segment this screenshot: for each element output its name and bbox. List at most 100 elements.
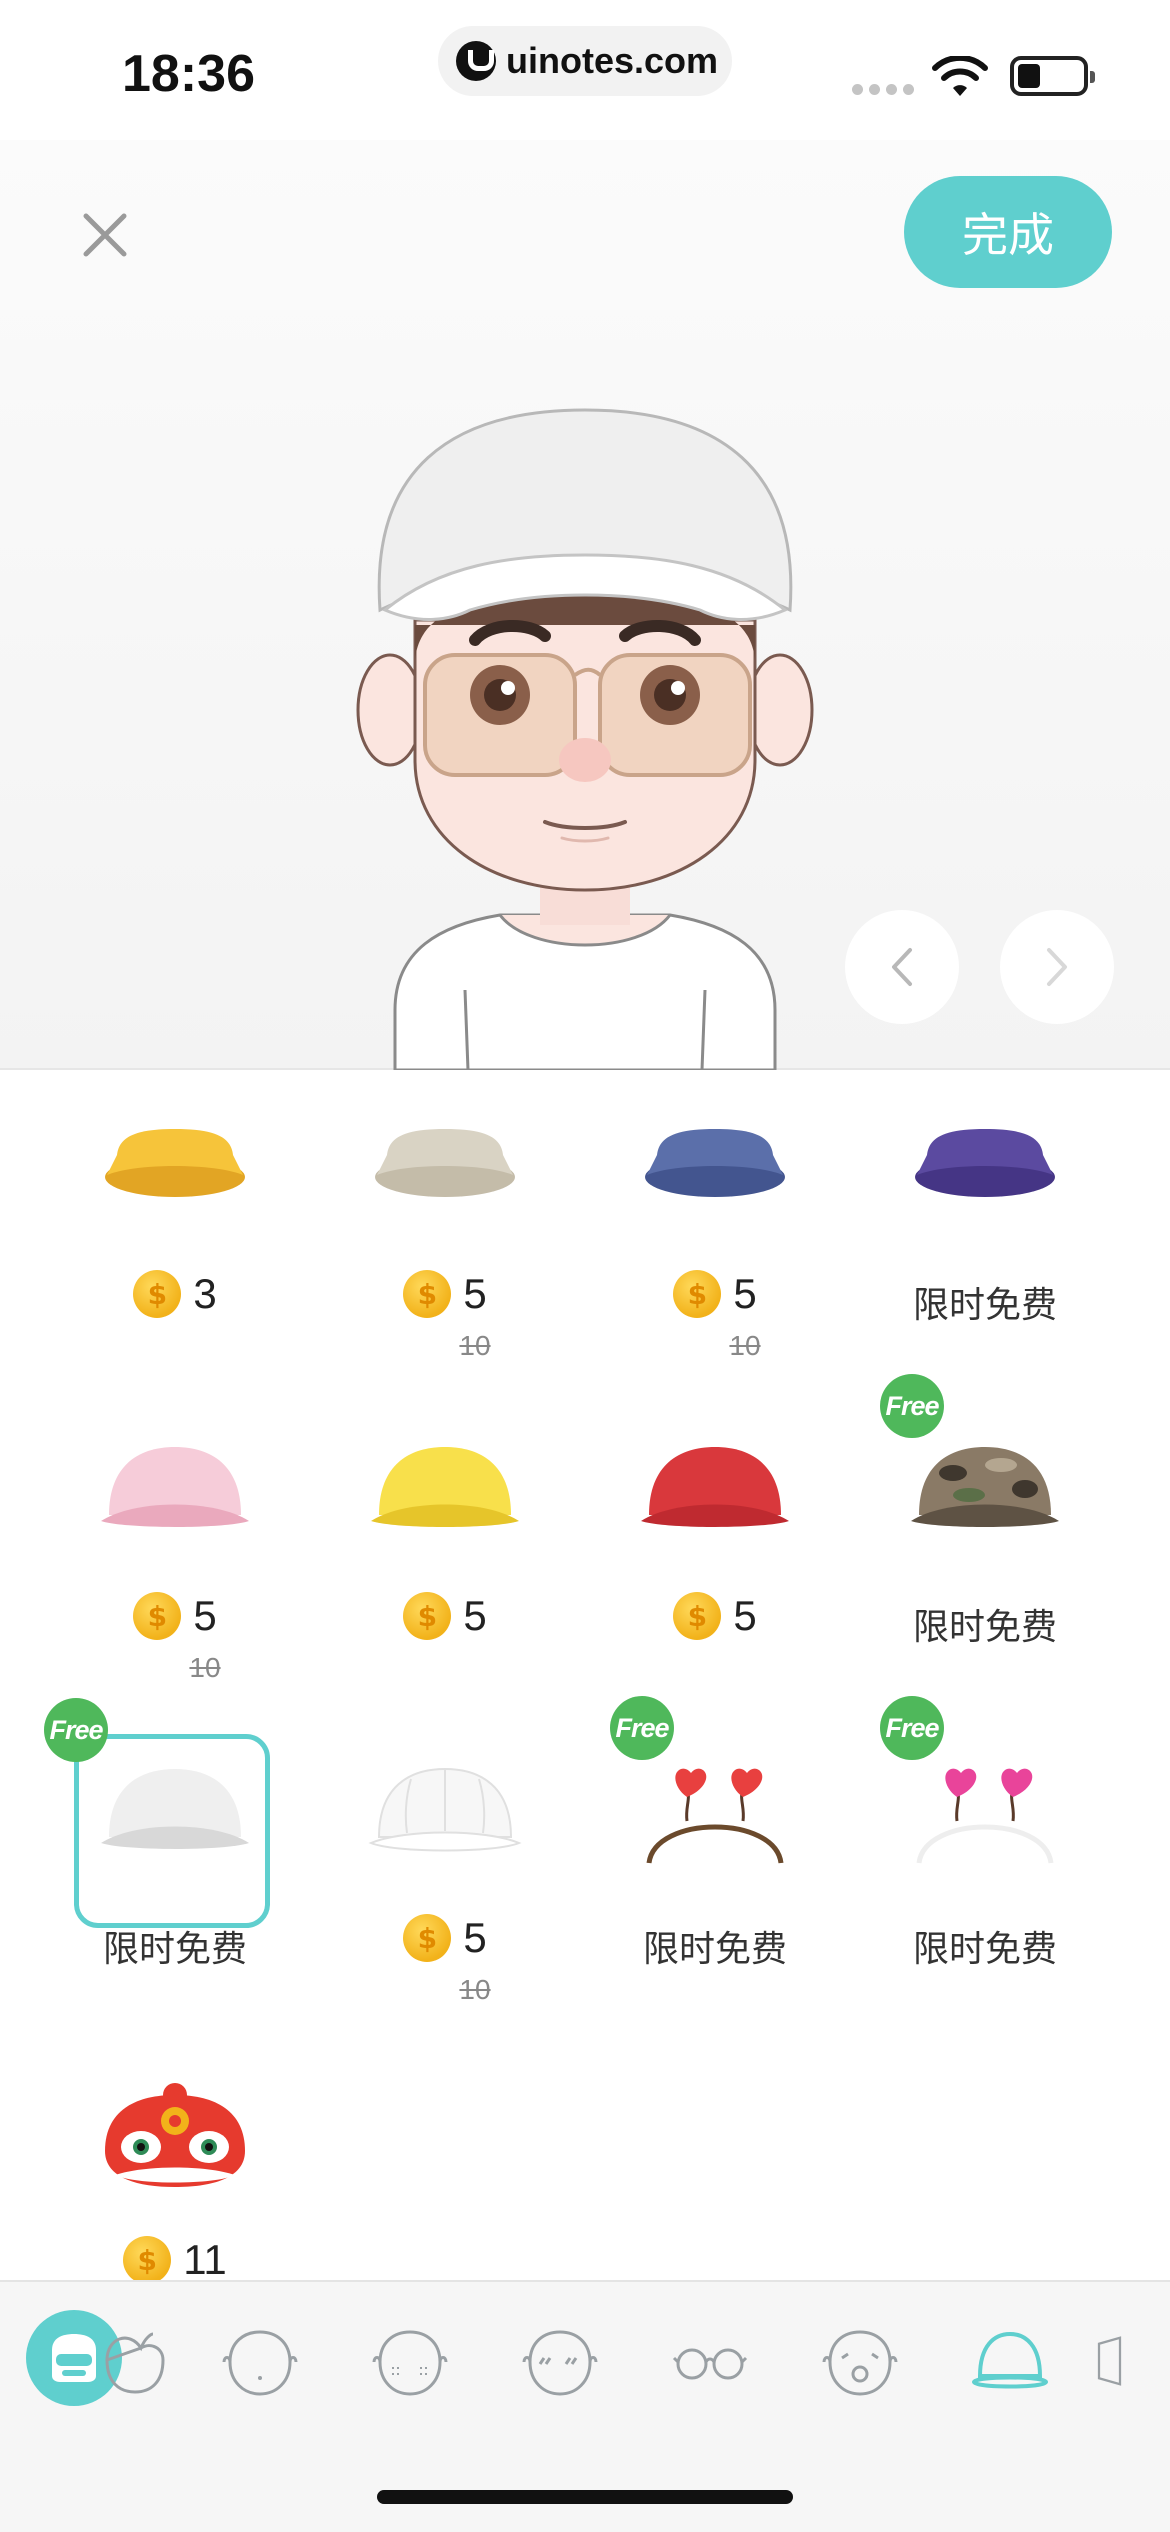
original-price: 10 [189, 1652, 221, 1683]
close-icon[interactable] [70, 200, 140, 270]
price-row: $11 [60, 2236, 290, 2280]
hat-item[interactable]: $5 [600, 1402, 830, 1702]
hat-icon [101, 1447, 249, 1527]
tab-expression[interactable] [815, 2324, 905, 2398]
tab-face[interactable] [215, 2324, 305, 2398]
status-time: 18:36 [122, 45, 255, 103]
hat-item[interactable]: Free 限时免费 [44, 1698, 290, 2024]
wifi-icon [932, 56, 988, 96]
tab-face-shape[interactable] [90, 2324, 180, 2398]
price-row: $3 [60, 1270, 290, 1318]
original-price: 10 [459, 1974, 491, 2005]
hat-item[interactable]: 限时免费 [870, 1080, 1100, 1380]
price-row: $5 [330, 1270, 560, 1318]
hat-item[interactable]: $11 [60, 2046, 290, 2280]
price-row: $5 [330, 1592, 560, 1640]
chevron-right-icon [1047, 948, 1067, 986]
face-shape-icon [105, 2332, 165, 2394]
tab-hat[interactable] [965, 2324, 1055, 2398]
expression-icon [822, 2330, 898, 2396]
hat-icon [971, 2331, 1049, 2389]
tab-glasses[interactable] [665, 2324, 755, 2398]
coin-price: 5 [733, 1270, 757, 1317]
hat-icon [368, 1767, 522, 1852]
done-button[interactable]: 完成 [904, 176, 1112, 288]
tab-eyebrow-face[interactable] [515, 2324, 605, 2398]
coin-icon: $ [673, 1592, 722, 1640]
url-pill[interactable]: uinotes.com [438, 26, 732, 96]
hat-item[interactable]: $5 10 [330, 1724, 560, 2024]
coin-price: 5 [193, 1592, 217, 1639]
hat-thumbnail [60, 2046, 290, 2226]
hat-icon [375, 1129, 515, 1197]
free-badge: Free [610, 1696, 674, 1760]
hat-thumbnail [870, 1080, 1100, 1260]
hat-item[interactable]: $5 10 [600, 1080, 830, 1380]
hat-icon [105, 2083, 245, 2187]
hat-item[interactable]: Free 限时免费 [600, 1696, 830, 2024]
glasses-icon [672, 2348, 748, 2380]
coin-icon: $ [403, 1270, 452, 1318]
chevron-left-icon [892, 948, 912, 986]
status-bar: 18:36 uinotes.com [0, 0, 1170, 140]
hat-icon [105, 1129, 245, 1197]
more-icon [1097, 2336, 1122, 2386]
price-row: $5 [600, 1270, 830, 1318]
hat-icon [101, 1769, 249, 1849]
coin-icon: $ [133, 1592, 182, 1640]
free-badge: Free [880, 1374, 944, 1438]
price-row: $5 [600, 1592, 830, 1640]
limited-free-label: 限时免费 [912, 1607, 1057, 1648]
free-badge: Free [880, 1696, 944, 1760]
home-indicator [377, 2490, 793, 2504]
hat-icon [915, 1129, 1055, 1197]
original-price: 10 [459, 1330, 491, 1361]
cellular-signal-icon [852, 84, 914, 95]
limited-free-label: 限时免费 [642, 1929, 787, 1970]
coin-price: 5 [463, 1592, 487, 1639]
tab-cheek-blush[interactable] [365, 2324, 455, 2398]
cheek-blush-icon [372, 2330, 448, 2396]
hat-icon [916, 1768, 1054, 1864]
hat-thumbnail [60, 1402, 290, 1582]
limited-free-label: 限时免费 [102, 1929, 247, 1970]
hat-item[interactable]: $3 [60, 1080, 290, 1380]
previous-button[interactable] [845, 910, 959, 1024]
coin-icon: $ [123, 2236, 172, 2280]
coin-icon: $ [403, 1592, 452, 1640]
limited-free-label: 限时免费 [912, 1929, 1057, 1970]
coin-price: 5 [463, 1270, 487, 1317]
price-row: $5 [60, 1592, 290, 1640]
free-badge: Free [44, 1698, 108, 1762]
coin-icon: $ [673, 1270, 722, 1318]
url-text: uinotes.com [506, 40, 719, 81]
hat-item[interactable]: $5 10 [60, 1402, 290, 1702]
hat-item[interactable]: Free 限时免费 [870, 1374, 1100, 1702]
coin-price: 3 [193, 1270, 217, 1317]
original-price: 10 [729, 1330, 761, 1361]
coin-price: 5 [733, 1592, 757, 1639]
hat-thumbnail [60, 1080, 290, 1260]
coin-icon: $ [403, 1914, 452, 1962]
hat-icon [641, 1447, 789, 1527]
site-logo-icon [456, 41, 496, 81]
face-icon [222, 2330, 298, 2396]
hat-item-grid: $3 $5 10 $5 10 限时免费 $5 10 $5 $5 Free 限时免费 Fr… [0, 1072, 1170, 2280]
hat-thumbnail [330, 1080, 560, 1260]
price-row: $5 [330, 1914, 560, 1962]
next-button[interactable] [1000, 910, 1114, 1024]
battery-icon [1010, 56, 1095, 96]
hat-item[interactable]: $5 10 [330, 1080, 560, 1380]
hat-icon [645, 1129, 785, 1197]
hat-icon [646, 1768, 784, 1864]
hat-thumbnail [600, 1402, 830, 1582]
coin-price: 5 [463, 1914, 487, 1961]
hat-thumbnail [330, 1724, 560, 1904]
hat-item[interactable]: $5 [330, 1402, 560, 1702]
hat-thumbnail [600, 1080, 830, 1260]
avatar-preview: 完成 [0, 140, 1170, 1070]
tab-more[interactable] [1090, 2324, 1150, 2398]
hat-thumbnail [330, 1402, 560, 1582]
coin-price: 11 [183, 2236, 227, 2280]
hat-item[interactable]: Free 限时免费 [870, 1696, 1100, 2024]
